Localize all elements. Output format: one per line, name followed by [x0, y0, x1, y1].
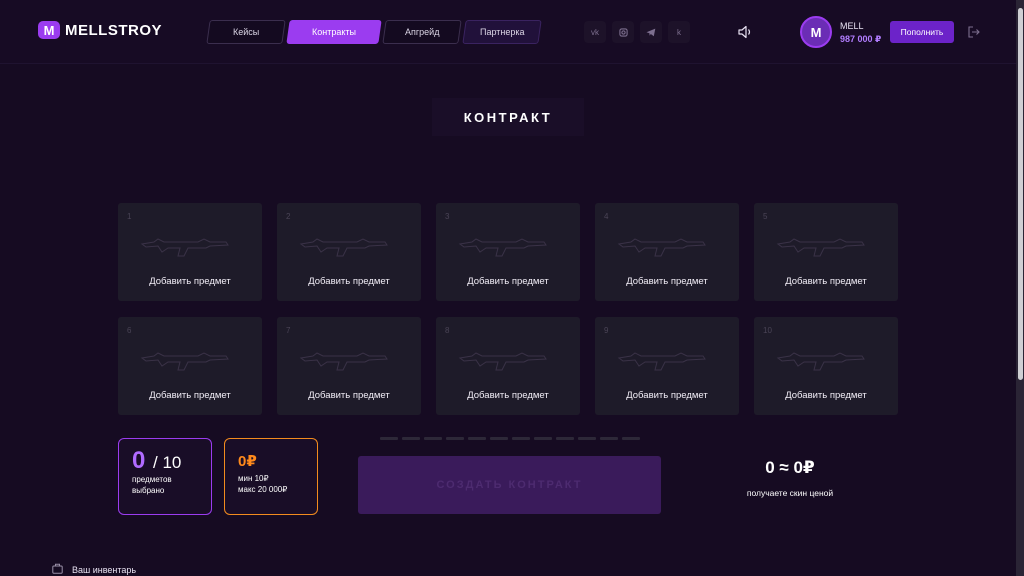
progress-segment [578, 437, 596, 440]
slot-number: 10 [763, 326, 772, 335]
rifle-placeholder-icon [140, 352, 229, 371]
progress-segment [622, 437, 640, 440]
selected-count: 0 [132, 447, 146, 474]
contract-slot[interactable]: 8 Добавить предмет [436, 317, 580, 415]
contract-price: 0₽ [238, 453, 257, 470]
logo-text: MELLSTROY [65, 21, 162, 39]
progress-segments [380, 437, 640, 440]
slot-number: 7 [286, 326, 291, 335]
slot-number: 1 [127, 212, 132, 221]
contract-slot[interactable]: 9 Добавить предмет [595, 317, 739, 415]
rifle-placeholder-icon [617, 352, 706, 371]
logout-icon[interactable] [968, 26, 980, 38]
add-item-label: Добавить предмет [308, 276, 390, 287]
main-nav: Кейсы Контракты Апгрейд Партнерка [206, 20, 542, 44]
instagram-icon[interactable] [612, 21, 634, 43]
add-item-label: Добавить предмет [785, 390, 867, 401]
contract-slot[interactable]: 2 Добавить предмет [277, 203, 421, 301]
slot-number: 5 [763, 212, 768, 221]
inventory-icon [52, 563, 63, 574]
tab-contracts[interactable]: Контракты [286, 20, 382, 44]
slot-number: 8 [445, 326, 450, 335]
rifle-placeholder-icon [458, 352, 547, 371]
add-item-label: Добавить предмет [626, 390, 708, 401]
logo[interactable]: M MELLSTROY [38, 21, 162, 39]
scrollbar-thumb[interactable] [1018, 8, 1023, 380]
rifle-placeholder-icon [458, 238, 547, 257]
price-max: макс 20 000₽ [238, 485, 288, 494]
page-title: КОНТРАКТ [463, 109, 553, 125]
progress-segment [402, 437, 420, 440]
vk-icon[interactable]: vk [584, 21, 606, 43]
selected-label: предметов выбрано [132, 475, 172, 495]
result-caption: получаете скин ценой [746, 488, 834, 498]
add-item-label: Добавить предмет [149, 276, 231, 287]
selected-max: / 10 [153, 453, 182, 472]
add-item-label: Добавить предмет [467, 276, 549, 287]
topup-button[interactable]: Пополнить [890, 21, 954, 43]
contract-slot[interactable]: 4 Добавить предмет [595, 203, 739, 301]
slot-number: 9 [604, 326, 609, 335]
contract-slot[interactable]: 10 Добавить предмет [754, 317, 898, 415]
contract-slot[interactable]: 3 Добавить предмет [436, 203, 580, 301]
progress-segment [468, 437, 486, 440]
add-item-label: Добавить предмет [626, 276, 708, 287]
progress-segment [490, 437, 508, 440]
k-icon[interactable]: k [668, 21, 690, 43]
contract-slot[interactable]: 7 Добавить предмет [277, 317, 421, 415]
slot-number: 2 [286, 212, 291, 221]
slot-number: 6 [127, 326, 132, 335]
progress-segment [446, 437, 464, 440]
tab-upgrade[interactable]: Апгрейд [382, 20, 462, 44]
add-item-label: Добавить предмет [149, 390, 231, 401]
user-name: MELL [840, 21, 864, 31]
selected-count-card: 0 / 10 предметов выбрано [118, 438, 212, 515]
user-balance: 987 000 ₽ [840, 34, 882, 44]
progress-segment [424, 437, 442, 440]
create-contract-button[interactable]: СОЗДАТЬ КОНТРАКТ [358, 456, 661, 514]
tab-cases[interactable]: Кейсы [206, 20, 286, 44]
add-item-label: Добавить предмет [467, 390, 549, 401]
rifle-placeholder-icon [617, 238, 706, 257]
rifle-placeholder-icon [140, 238, 229, 257]
contract-slots: 1 Добавить предмет 2 Добавить предмет 3 … [118, 203, 898, 415]
page-title-box: КОНТРАКТ [432, 98, 584, 136]
price-min: мин 10₽ [238, 474, 269, 483]
contract-slot[interactable]: 1 Добавить предмет [118, 203, 262, 301]
slot-number: 4 [604, 212, 609, 221]
tab-partners[interactable]: Партнерка [462, 20, 542, 44]
rifle-placeholder-icon [299, 238, 388, 257]
rifle-placeholder-icon [776, 352, 865, 371]
logo-mark: M [38, 21, 60, 39]
avatar[interactable]: M [800, 16, 832, 48]
telegram-icon[interactable] [640, 21, 662, 43]
contract-slot[interactable]: 6 Добавить предмет [118, 317, 262, 415]
volume-icon[interactable] [738, 24, 752, 40]
add-item-label: Добавить предмет [785, 276, 867, 287]
contract-slot[interactable]: 5 Добавить предмет [754, 203, 898, 301]
rifle-placeholder-icon [299, 352, 388, 371]
progress-segment [534, 437, 552, 440]
top-header: M MELLSTROY Кейсы Контракты Апгрейд Парт… [0, 0, 1016, 64]
result-equation: 0 ≈ 0₽ [765, 458, 815, 477]
progress-segment [556, 437, 574, 440]
rifle-placeholder-icon [776, 238, 865, 257]
progress-segment [600, 437, 618, 440]
progress-segment [380, 437, 398, 440]
slot-number: 3 [445, 212, 450, 221]
progress-segment [512, 437, 530, 440]
inventory-label[interactable]: Ваш инвентарь [72, 565, 136, 575]
social-links: vk k [584, 21, 690, 43]
add-item-label: Добавить предмет [308, 390, 390, 401]
price-card: 0₽ мин 10₽ макс 20 000₽ [224, 438, 318, 515]
